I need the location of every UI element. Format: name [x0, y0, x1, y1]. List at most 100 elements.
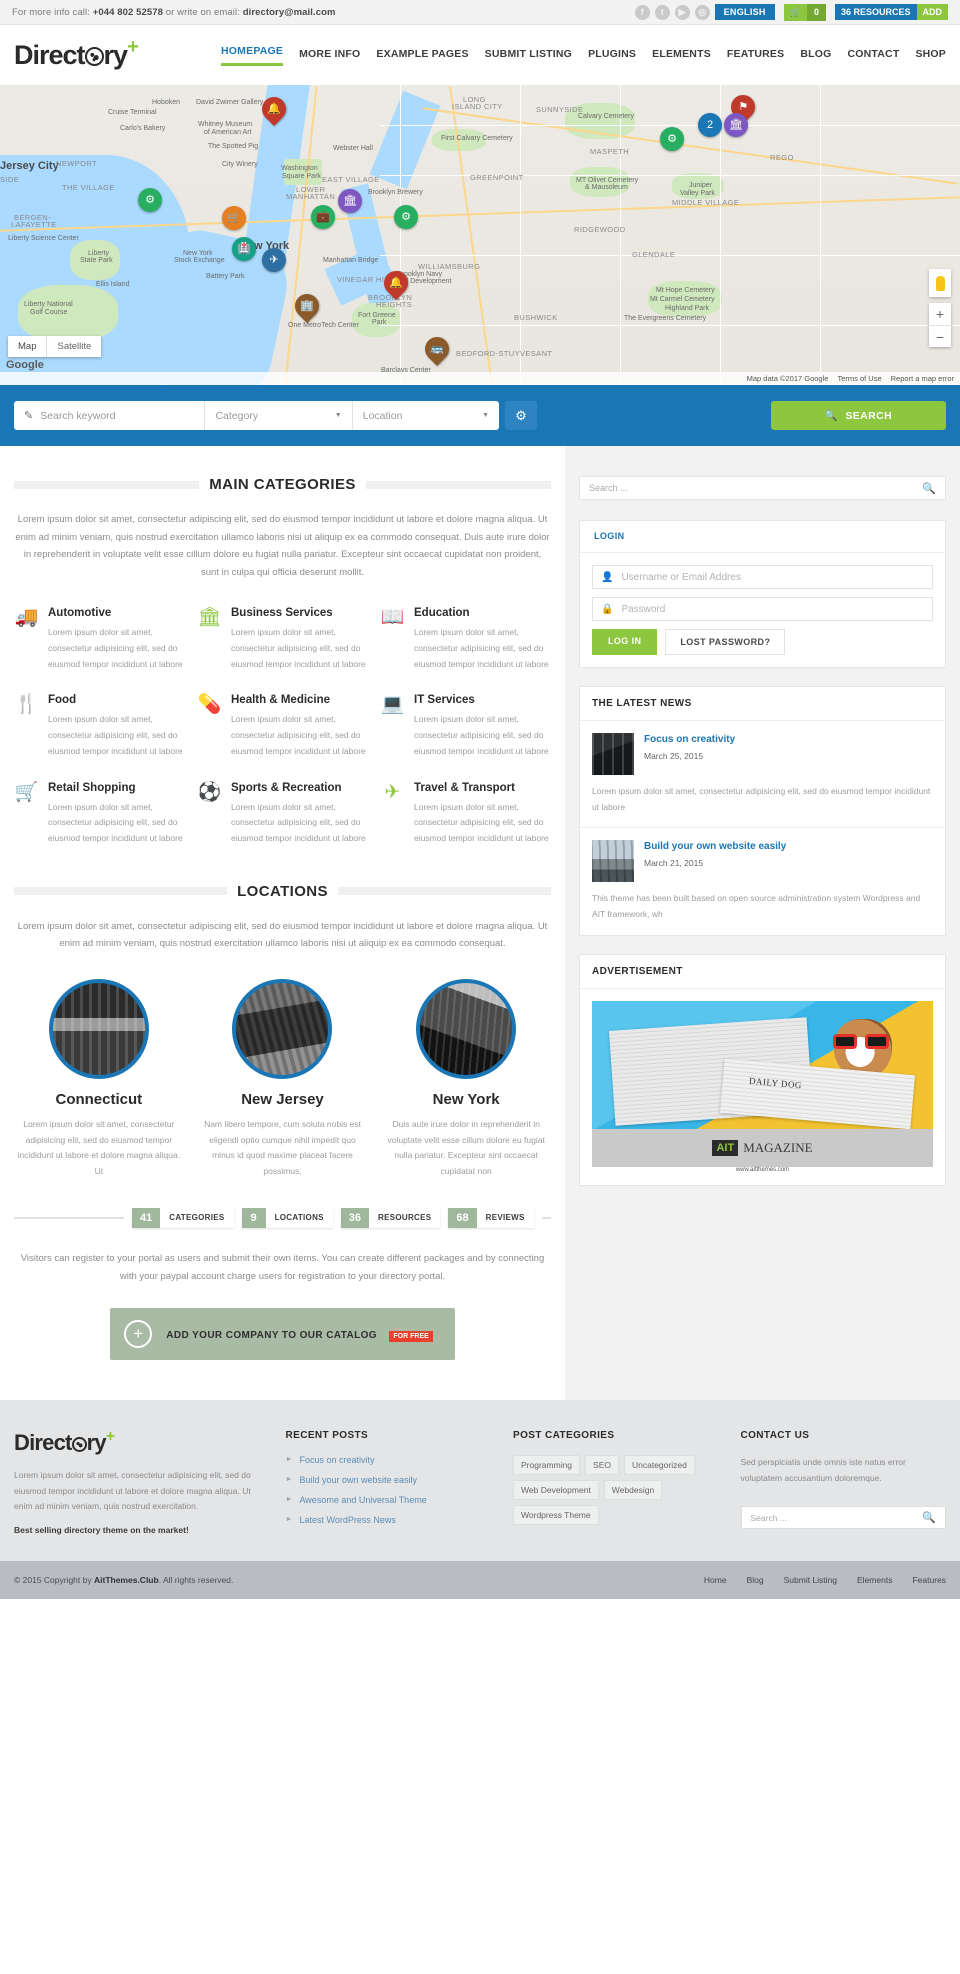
- nav-item-features[interactable]: FEATURES: [727, 48, 784, 63]
- footer-search-input[interactable]: Search ... 🔍: [740, 1506, 946, 1530]
- copyright-brand[interactable]: AitThemes.Club: [94, 1575, 159, 1585]
- site-logo[interactable]: Direct ry +: [14, 36, 139, 71]
- search-icon[interactable]: 🔍: [922, 1511, 936, 1524]
- map-pin[interactable]: 🏛: [338, 189, 362, 213]
- zoom-in-button[interactable]: +: [929, 303, 951, 325]
- map-label: Webster Hall: [333, 145, 373, 152]
- nav-item-example-pages[interactable]: EXAMPLE PAGES: [376, 48, 468, 63]
- category-item[interactable]: 💊 Health & Medicine Lorem ipsum dolor sit …: [197, 694, 368, 759]
- nav-item-more-info[interactable]: MORE INFO: [299, 48, 360, 63]
- language-selector[interactable]: ENGLISH: [714, 4, 775, 20]
- category-title[interactable]: Sports & Recreation: [231, 782, 368, 794]
- map-widget[interactable]: Jersey City New York Hoboken David Zwirner …: [0, 85, 960, 385]
- zoom-out-button[interactable]: −: [929, 325, 951, 347]
- resources-add-button[interactable]: ADD: [916, 4, 948, 20]
- category-title[interactable]: Food: [48, 694, 185, 706]
- nav-item-homepage[interactable]: HOMEPAGE: [221, 45, 284, 66]
- category-title[interactable]: Business Services: [231, 607, 368, 619]
- footer-nav-elements[interactable]: Elements: [857, 1575, 892, 1585]
- footer-nav-blog[interactable]: Blog: [747, 1575, 764, 1585]
- facebook-icon[interactable]: f: [634, 4, 650, 20]
- category-tag[interactable]: Wordpress Theme: [513, 1504, 599, 1525]
- map-pin[interactable]: 🏥: [232, 237, 256, 261]
- login-button[interactable]: LOG IN: [592, 629, 658, 655]
- map-pin[interactable]: ✈: [262, 248, 286, 272]
- nav-item-shop[interactable]: SHOP: [915, 48, 946, 63]
- category-item[interactable]: 💻 IT Services Lorem ipsum dolor sit amet, …: [380, 694, 551, 759]
- map-pin[interactable]: 💼: [311, 205, 335, 229]
- map-pin[interactable]: ⚙: [138, 188, 162, 212]
- youtube-icon[interactable]: ▶: [674, 4, 690, 20]
- footer-nav-home[interactable]: Home: [704, 1575, 727, 1585]
- recent-post-link[interactable]: ► Build your own website easily: [286, 1475, 491, 1485]
- recent-post-link[interactable]: ► Awesome and Universal Theme: [286, 1495, 491, 1505]
- footer-nav-submit-listing[interactable]: Submit Listing: [784, 1575, 837, 1585]
- username-field[interactable]: 👤 Username or Email Addres: [592, 565, 933, 589]
- news-title[interactable]: Focus on creativity: [644, 733, 735, 747]
- map-pin[interactable]: 🏛: [724, 113, 748, 137]
- nav-item-contact[interactable]: CONTACT: [847, 48, 899, 63]
- nav-item-submit-listing[interactable]: SUBMIT LISTING: [485, 48, 572, 63]
- cart-button[interactable]: 🛒 0: [783, 3, 826, 21]
- category-tag[interactable]: Programming: [513, 1454, 581, 1475]
- map-type-satellite[interactable]: Satellite: [46, 336, 102, 357]
- password-field[interactable]: 🔒 Password: [592, 597, 933, 621]
- map-pin[interactable]: 2: [698, 113, 722, 137]
- map-pin[interactable]: 🛒: [222, 206, 246, 230]
- advanced-search-button[interactable]: ⚙: [505, 401, 537, 430]
- category-tag[interactable]: SEO: [585, 1454, 619, 1475]
- add-company-button[interactable]: + ADD YOUR COMPANY TO OUR CATALOG FOR FR…: [110, 1307, 455, 1360]
- map-terms-link[interactable]: Terms of Use: [837, 374, 881, 383]
- category-item[interactable]: 📖 Education Lorem ipsum dolor sit amet, co…: [380, 607, 551, 672]
- map-label: Brooklyn Brewery: [368, 189, 423, 196]
- category-select[interactable]: Category ▼: [205, 401, 353, 430]
- footer-nav-features[interactable]: Features: [912, 1575, 946, 1585]
- dribbble-icon[interactable]: ◎: [694, 4, 710, 20]
- category-item[interactable]: ✈ Travel & Transport Lorem ipsum dolor sit…: [380, 782, 551, 847]
- category-title[interactable]: Health & Medicine: [231, 694, 368, 706]
- advertisement-body[interactable]: DAILY DOG AIT MAGAZINE www.aitthemes.com: [580, 989, 945, 1185]
- map-pin[interactable]: ⚙: [394, 205, 418, 229]
- location-card[interactable]: Connecticut Lorem ipsum dolor sit amet, …: [14, 978, 184, 1180]
- twitter-icon[interactable]: t: [654, 4, 670, 20]
- map-pin[interactable]: 🚌: [420, 332, 454, 366]
- news-item[interactable]: Build your own website easily March 21, …: [580, 828, 945, 934]
- location-select[interactable]: Location ▼: [353, 401, 499, 430]
- news-title[interactable]: Build your own website easily: [644, 840, 786, 854]
- lost-password-button[interactable]: LOST PASSWORD?: [665, 629, 786, 655]
- recent-post-link[interactable]: ► Focus on creativity: [286, 1455, 491, 1465]
- nav-item-blog[interactable]: BLOG: [800, 48, 831, 63]
- map-type-control[interactable]: Map Satellite: [8, 336, 102, 357]
- nav-item-elements[interactable]: ELEMENTS: [652, 48, 711, 63]
- category-tag[interactable]: Uncategorized: [624, 1454, 695, 1475]
- search-button[interactable]: 🔍 SEARCH: [771, 401, 946, 430]
- category-tag[interactable]: Web Development: [513, 1479, 599, 1500]
- map-type-map[interactable]: Map: [8, 336, 47, 357]
- category-title[interactable]: Automotive: [48, 607, 185, 619]
- category-title[interactable]: Travel & Transport: [414, 782, 551, 794]
- map-pin[interactable]: ⚙: [660, 127, 684, 151]
- category-item[interactable]: ⚽ Sports & Recreation Lorem ipsum dolor si…: [197, 782, 368, 847]
- search-icon[interactable]: 🔍: [922, 482, 936, 495]
- news-item[interactable]: Focus on creativity March 25, 2015 Lorem…: [580, 721, 945, 829]
- category-tag[interactable]: Webdesign: [603, 1479, 663, 1500]
- search-keyword-field[interactable]: ✎ Search keyword: [14, 401, 206, 430]
- tab-login[interactable]: LOGIN: [580, 521, 639, 552]
- category-item[interactable]: 🏛 Business Services Lorem ipsum dolor sit …: [197, 607, 368, 672]
- category-title[interactable]: IT Services: [414, 694, 551, 706]
- category-item[interactable]: 🛒 Retail Shopping Lorem ipsum dolor sit am…: [14, 782, 185, 847]
- footer-logo[interactable]: Direct ry +: [14, 1428, 264, 1456]
- map-report-link[interactable]: Report a map error: [891, 374, 954, 383]
- location-card[interactable]: New York Duis aute irure dolor in repreh…: [381, 978, 551, 1180]
- category-title[interactable]: Retail Shopping: [48, 782, 185, 794]
- map-zoom-control[interactable]: + −: [929, 303, 951, 347]
- category-title[interactable]: Education: [414, 607, 551, 619]
- street-view-pegman[interactable]: [929, 269, 951, 297]
- category-item[interactable]: 🚚 Automotive Lorem ipsum dolor sit amet, c…: [14, 607, 185, 672]
- recent-post-link[interactable]: ► Latest WordPress News: [286, 1515, 491, 1525]
- sidebar-search-input[interactable]: Search ... 🔍: [579, 476, 946, 500]
- category-item[interactable]: 🍴 Food Lorem ipsum dolor sit amet, consect…: [14, 694, 185, 759]
- location-card[interactable]: New Jersey Nam libero tempore, cum solut…: [198, 978, 368, 1180]
- resources-button[interactable]: 36 RESOURCES ADD: [834, 4, 948, 20]
- nav-item-plugins[interactable]: PLUGINS: [588, 48, 636, 63]
